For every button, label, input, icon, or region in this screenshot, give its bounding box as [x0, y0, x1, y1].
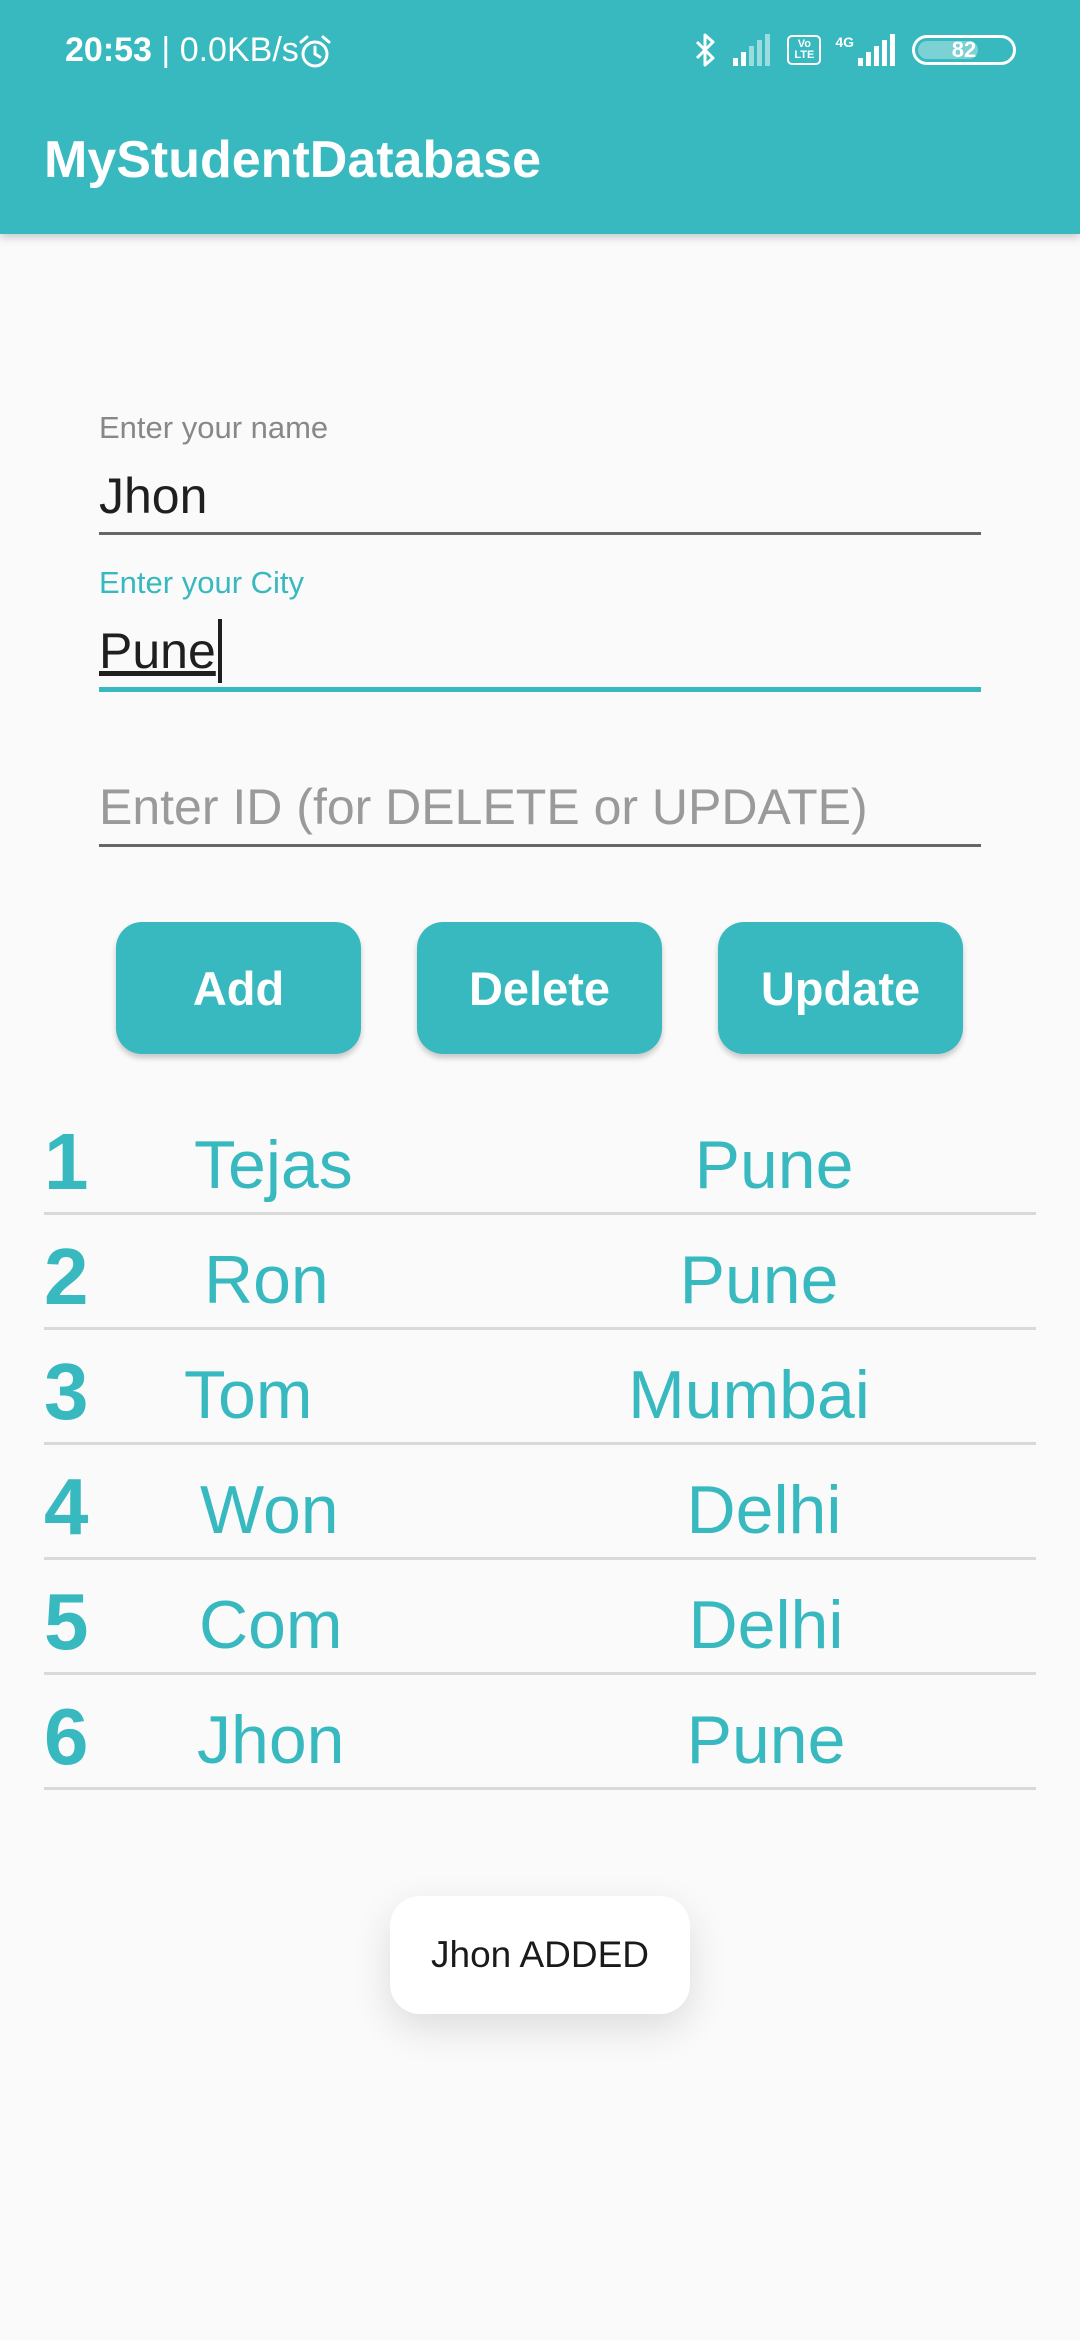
id-input-placeholder[interactable]: Enter ID (for DELETE or UPDATE): [99, 770, 981, 844]
student-name: Com: [199, 1587, 343, 1663]
clock-text: 20:53: [65, 31, 152, 69]
city-input[interactable]: Pune: [99, 615, 981, 687]
student-list: 1 Tejas Pune 2 Ron Pune 3 Tom Mumbai 4 W…: [44, 1100, 1036, 1790]
student-id: 4: [44, 1462, 89, 1551]
list-item[interactable]: 5 Com Delhi: [44, 1560, 1036, 1675]
name-input-value: Jhon: [99, 468, 208, 524]
list-item[interactable]: 3 Tom Mumbai: [44, 1330, 1036, 1445]
id-field[interactable]: Enter ID (for DELETE or UPDATE): [99, 770, 981, 847]
battery-level-text: 82: [951, 37, 977, 62]
id-field-underline: [99, 844, 981, 847]
student-id: 6: [44, 1692, 89, 1781]
name-field-underline: [99, 532, 981, 535]
student-id: 3: [44, 1347, 89, 1436]
name-field-label: Enter your name: [99, 410, 329, 445]
list-item[interactable]: 4 Won Delhi: [44, 1445, 1036, 1560]
student-city: Delhi: [688, 1587, 844, 1663]
student-city: Mumbai: [628, 1357, 870, 1433]
student-name: Won: [200, 1472, 339, 1548]
status-icons: Vo LTE 4G 82: [693, 30, 1016, 70]
battery-icon: 82: [912, 35, 1016, 65]
student-name: Tejas: [194, 1127, 353, 1203]
alarm-clock-icon: [299, 35, 331, 68]
status-bar: 20:53 | 0.0KB/s Vo LTE 4G 82: [0, 0, 1080, 100]
city-field-label: Enter your City: [99, 565, 305, 600]
list-item[interactable]: 2 Ron Pune: [44, 1215, 1036, 1330]
student-id: 5: [44, 1577, 89, 1666]
list-item[interactable]: 6 Jhon Pune: [44, 1675, 1036, 1790]
student-city: Pune: [686, 1702, 846, 1778]
student-name: Ron: [204, 1242, 329, 1318]
add-button[interactable]: Add: [116, 922, 361, 1054]
network-type-badge: 4G: [835, 34, 854, 50]
update-button[interactable]: Update: [718, 922, 963, 1054]
student-name: Jhon: [197, 1702, 345, 1778]
toast-message: Jhon ADDED: [390, 1896, 690, 2014]
signal-strength-4g-icon: [858, 34, 895, 66]
network-signal-group: 4G: [835, 34, 898, 66]
network-speed-text: | 0.0KB/s: [161, 31, 299, 69]
student-id: 2: [44, 1232, 89, 1321]
name-input[interactable]: Jhon: [99, 460, 981, 532]
name-field[interactable]: Enter your name Jhon: [99, 410, 981, 535]
app-bar: 20:53 | 0.0KB/s Vo LTE 4G 82 MyStudentDa…: [0, 0, 1080, 234]
signal-strength-icon: [733, 34, 771, 66]
city-field-underline: [99, 687, 981, 692]
volte-icon: Vo LTE: [787, 35, 822, 65]
city-field[interactable]: Enter your City Pune: [99, 565, 981, 692]
student-id: 1: [44, 1117, 89, 1206]
student-name: Tom: [184, 1357, 313, 1433]
student-city: Pune: [694, 1127, 854, 1203]
city-input-value: Pune: [99, 623, 216, 679]
delete-button[interactable]: Delete: [417, 922, 662, 1054]
text-cursor: [217, 619, 222, 683]
student-city: Pune: [679, 1242, 839, 1318]
app-title: MyStudentDatabase: [44, 131, 541, 189]
bluetooth-icon: [696, 33, 715, 67]
status-time: 20:53 | 0.0KB/s: [65, 30, 299, 70]
student-city: Delhi: [686, 1472, 842, 1548]
list-item[interactable]: 1 Tejas Pune: [44, 1100, 1036, 1215]
